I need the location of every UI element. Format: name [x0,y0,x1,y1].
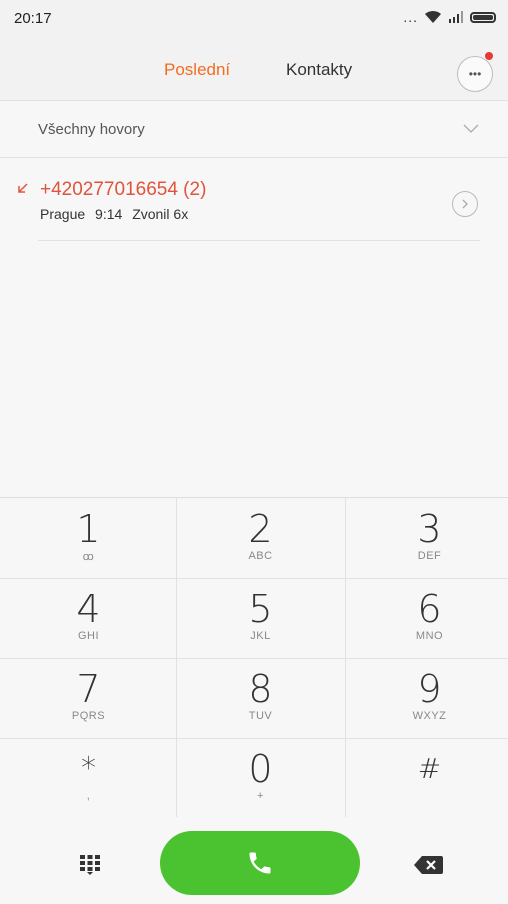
header: Poslední Kontakty ••• [0,40,508,101]
call-details-button[interactable] [452,191,478,217]
call-log-item[interactable]: +420277016654 (2) Prague 9:14 Zvonil 6x [0,158,508,240]
key-letters: , [86,790,91,802]
key-letters: GHI [77,630,100,642]
call-button[interactable] [160,831,360,895]
key-digit: 2 [248,507,273,551]
signal-icon [449,11,463,23]
key-8[interactable]: 8 TUV [176,658,345,737]
status-bar: 20:17 ... [0,0,508,40]
key-letters: MNO [415,630,444,642]
key-3[interactable]: 3 DEF [345,498,508,577]
battery-icon [470,11,496,23]
key-digit: * [81,751,96,786]
key-1[interactable]: 1 ꝏ [4,498,173,577]
backspace-icon[interactable] [413,855,443,875]
call-details: Prague 9:14 Zvonil 6x [40,206,188,222]
notification-dot [485,52,493,60]
key-hash[interactable]: # [345,738,508,817]
chevron-right-icon [462,199,468,209]
status-more-indicator: ... [403,9,418,25]
key-7[interactable]: 7 PQRS [4,658,173,737]
key-letters: WXYZ [412,710,447,722]
key-digit: 4 [76,587,101,631]
call-time: 9:14 [95,206,123,222]
call-status: Zvonil 6x [132,206,189,222]
call-filter-dropdown[interactable]: Všechny hovory [0,101,508,158]
key-letters: DEF [417,550,442,562]
missed-call-icon [18,183,28,193]
dialpad-icon[interactable] [78,853,102,875]
tab-contacts[interactable]: Kontakty [286,60,352,80]
call-location: Prague [40,206,86,222]
bottom-action-bar [0,817,508,904]
voicemail-icon: ꝏ [82,551,95,563]
key-9[interactable]: 9 WXYZ [345,658,508,737]
key-letters: JKL [250,630,271,642]
key-letters: + [257,790,264,802]
key-5[interactable]: 5 JKL [176,578,345,657]
key-0[interactable]: 0 + [176,738,345,817]
status-icons: ... [403,9,496,25]
phone-icon [249,852,271,874]
key-letters: ABC [248,550,273,562]
key-digit: # [417,752,442,785]
key-2[interactable]: 2 ABC [176,498,345,577]
key-letters: TUV [248,710,273,722]
chevron-down-icon [463,124,479,133]
status-time: 20:17 [14,10,52,27]
key-digit: 0 [248,747,273,791]
tab-recent[interactable]: Poslední [164,60,230,80]
call-number: +420277016654 (2) [40,179,207,200]
key-digit: 3 [417,507,442,551]
key-digit: 5 [248,587,273,631]
key-digit: 6 [417,587,442,631]
dialpad: 1 ꝏ 2 ABC 3 DEF 4 GHI 5 JKL 6 MNO 7 PQRS… [0,497,508,818]
key-letters: PQRS [71,710,106,722]
key-digit: 8 [248,667,273,711]
more-options-icon: ••• [468,67,482,81]
key-star[interactable]: * , [4,738,173,817]
call-filter-label: Všechny hovory [38,121,145,138]
divider [38,240,480,241]
key-4[interactable]: 4 GHI [4,578,173,657]
wifi-icon [425,10,441,23]
key-digit: 9 [417,667,442,711]
key-digit: 7 [76,667,101,711]
key-6[interactable]: 6 MNO [345,578,508,657]
key-digit: 1 [76,507,101,551]
more-options-button[interactable]: ••• [457,56,493,92]
